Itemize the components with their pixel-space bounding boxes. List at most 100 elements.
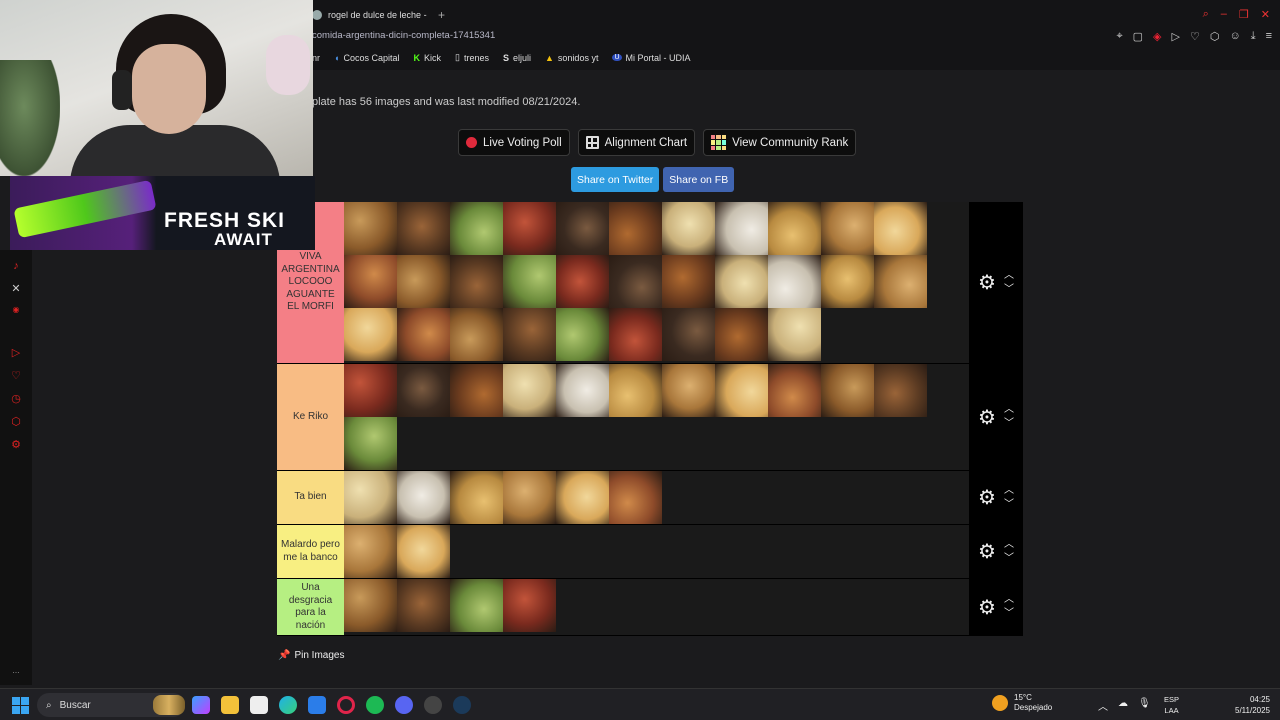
- food-image[interactable]: [662, 364, 715, 417]
- microphone-icon[interactable]: 🎙: [1138, 698, 1151, 713]
- copilot-icon[interactable]: [192, 696, 210, 714]
- gear-icon[interactable]: ⚙: [978, 485, 996, 510]
- chevron-up-icon[interactable]: ︿: [1004, 404, 1014, 416]
- food-image[interactable]: [344, 202, 397, 255]
- taskbar-search[interactable]: ⌕ Buscar: [37, 693, 185, 717]
- language-indicator[interactable]: ESP LAA: [1164, 694, 1179, 716]
- chevron-up-icon[interactable]: ︿: [1004, 539, 1014, 551]
- food-image[interactable]: [556, 308, 609, 361]
- food-image[interactable]: [450, 579, 503, 632]
- food-image[interactable]: [556, 255, 609, 308]
- bookmark-item[interactable]: nr: [312, 53, 320, 63]
- pin-images-toggle[interactable]: 📌 Pin Images: [278, 650, 344, 661]
- share-facebook-button[interactable]: Share on FB: [663, 167, 735, 192]
- food-image[interactable]: [768, 364, 821, 417]
- chevron-down-icon[interactable]: ﹀: [1004, 284, 1014, 296]
- tier-label[interactable]: Una desgracia para la nación: [277, 579, 344, 635]
- food-image[interactable]: [768, 308, 821, 361]
- minimize-icon[interactable]: –: [1221, 8, 1227, 21]
- food-image[interactable]: [768, 202, 821, 255]
- clock[interactable]: 04:25 5/11/2025: [1235, 694, 1270, 716]
- heart-icon[interactable]: ♡: [11, 369, 21, 382]
- food-image[interactable]: [344, 471, 397, 524]
- share-twitter-button[interactable]: Share on Twitter: [571, 167, 660, 192]
- weather-widget[interactable]: 15°C Despejado: [992, 693, 1052, 713]
- menu-icon[interactable]: ≡: [1266, 30, 1272, 43]
- x-icon[interactable]: ✕: [11, 282, 20, 295]
- food-image[interactable]: [821, 202, 874, 255]
- bookmark-item[interactable]: ▯ trenes: [455, 52, 489, 63]
- bookmark-item[interactable]: ▲ sonidos yt: [545, 53, 598, 63]
- community-rank-button[interactable]: View Community Rank: [703, 129, 857, 156]
- food-image[interactable]: [662, 308, 715, 361]
- history-icon[interactable]: ◷: [11, 392, 21, 405]
- close-icon[interactable]: ✕: [1261, 8, 1270, 21]
- chevron-down-icon[interactable]: ﹀: [1004, 608, 1014, 620]
- chevron-down-icon[interactable]: ﹀: [1004, 499, 1014, 511]
- food-image[interactable]: [715, 308, 768, 361]
- tiktok-icon[interactable]: ♪: [13, 260, 19, 272]
- food-image[interactable]: [715, 255, 768, 308]
- food-image[interactable]: [450, 364, 503, 417]
- alignment-chart-button[interactable]: Alignment Chart: [577, 129, 696, 156]
- opera-gx-icon[interactable]: [337, 696, 355, 714]
- food-image[interactable]: [609, 364, 662, 417]
- food-image[interactable]: [450, 202, 503, 255]
- food-image[interactable]: [503, 202, 556, 255]
- food-image[interactable]: [556, 364, 609, 417]
- food-image[interactable]: [874, 202, 927, 255]
- download-icon[interactable]: ⤓: [1251, 30, 1256, 43]
- chevron-up-icon[interactable]: ︿: [1098, 698, 1108, 713]
- food-image[interactable]: [397, 202, 450, 255]
- food-image[interactable]: [344, 308, 397, 361]
- browser-tab[interactable]: rogel de dulce de leche -: [312, 6, 427, 24]
- food-image[interactable]: [397, 364, 450, 417]
- food-image[interactable]: [715, 202, 768, 255]
- tier-label[interactable]: Ke Riko: [277, 364, 344, 470]
- food-image[interactable]: [609, 255, 662, 308]
- live-voting-poll-button[interactable]: Live Voting Poll: [458, 129, 570, 156]
- food-image[interactable]: [503, 255, 556, 308]
- tier-label[interactable]: Malardo pero me la banco: [277, 525, 344, 578]
- food-image[interactable]: [450, 471, 503, 524]
- bookmark-item[interactable]: ◖ Cocos Capital: [334, 53, 399, 63]
- food-image[interactable]: [397, 579, 450, 632]
- chevron-up-icon[interactable]: ︿: [1004, 270, 1014, 282]
- food-image[interactable]: [821, 364, 874, 417]
- restore-icon[interactable]: ❐: [1239, 8, 1249, 21]
- settings-icon[interactable]: ⚙: [11, 438, 21, 451]
- edge-icon[interactable]: [279, 696, 297, 714]
- food-image[interactable]: [662, 255, 715, 308]
- food-image[interactable]: [609, 471, 662, 524]
- chevron-down-icon[interactable]: ﹀: [1004, 418, 1014, 430]
- bookmark-item[interactable]: U Mi Portal - UDIA: [612, 53, 691, 63]
- store-icon[interactable]: [250, 696, 268, 714]
- search-icon[interactable]: ⌕: [1203, 8, 1209, 21]
- food-image[interactable]: [874, 364, 927, 417]
- gear-icon[interactable]: ⚙: [978, 539, 996, 564]
- snapshot-icon[interactable]: ▢: [1133, 30, 1143, 43]
- gear-icon[interactable]: ⚙: [978, 405, 996, 430]
- gear-icon[interactable]: ⚙: [978, 595, 996, 620]
- food-image[interactable]: [503, 308, 556, 361]
- food-image[interactable]: [556, 471, 609, 524]
- pin-icon[interactable]: ⌖: [1116, 30, 1122, 43]
- chevron-up-icon[interactable]: ︿: [1004, 485, 1014, 497]
- play-icon[interactable]: ▷: [1172, 30, 1180, 43]
- address-bar[interactable]: comida-argentina-dicin-completa-17415341: [312, 30, 495, 41]
- gear-icon[interactable]: ⚙: [978, 270, 996, 295]
- food-image[interactable]: [344, 417, 397, 470]
- bing-icon[interactable]: [308, 696, 326, 714]
- food-image[interactable]: [503, 364, 556, 417]
- food-image[interactable]: [344, 579, 397, 632]
- food-image[interactable]: [821, 255, 874, 308]
- food-image[interactable]: [609, 202, 662, 255]
- extensions-icon[interactable]: ⬡: [1210, 30, 1220, 43]
- food-image[interactable]: [397, 471, 450, 524]
- app-icon[interactable]: ◉: [13, 305, 20, 314]
- food-image[interactable]: [715, 364, 768, 417]
- food-image[interactable]: [556, 202, 609, 255]
- tier-label[interactable]: Ta bien: [277, 471, 344, 524]
- food-image[interactable]: [768, 255, 821, 308]
- food-image[interactable]: [344, 255, 397, 308]
